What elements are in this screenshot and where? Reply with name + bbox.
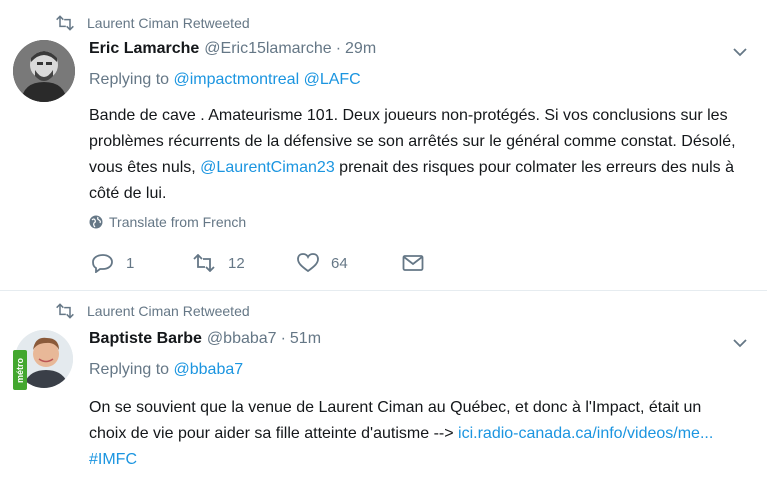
replying-to: Replying to @bbaba7 — [89, 361, 243, 379]
timestamp[interactable]: 29m — [345, 40, 376, 58]
chevron-down-icon[interactable] — [732, 46, 748, 58]
hashtag-link[interactable]: #IMFC — [89, 451, 137, 468]
globe-icon — [89, 215, 103, 229]
direct-message-button[interactable] — [402, 254, 442, 272]
heart-icon — [297, 253, 319, 273]
reply-mention-link[interactable]: @LAFC — [304, 71, 361, 88]
translate-label: Translate from French — [109, 214, 247, 230]
user-handle[interactable]: @Eric15lamarche — [204, 40, 331, 58]
separator: · — [335, 40, 342, 57]
tweet-text: Bande de cave . Amateurisme 101. Deux jo… — [89, 103, 739, 207]
retweet-button[interactable]: 12 — [192, 254, 297, 272]
replying-to: Replying to @impactmontreal @LAFC — [89, 71, 361, 89]
retweet-context: Laurent Ciman Retweeted — [55, 14, 250, 32]
user-handle[interactable]: @bbaba7 — [207, 330, 277, 348]
retweet-context-label: Laurent Ciman Retweeted — [87, 303, 250, 319]
avatar-badge: métro — [13, 350, 27, 390]
tweet[interactable]: Laurent Ciman Retweeted Eric Lamarche @E… — [0, 0, 767, 291]
reply-mention-link[interactable]: @impactmontreal — [174, 71, 300, 88]
chevron-down-icon[interactable] — [732, 337, 748, 349]
tweet-header: Baptiste Barbe @bbaba7 · 51m — [89, 330, 321, 348]
avatar-image — [13, 40, 75, 102]
display-name[interactable]: Baptiste Barbe — [89, 330, 202, 348]
separator: · — [280, 330, 286, 347]
retweet-context-label: Laurent Ciman Retweeted — [87, 15, 250, 31]
reply-count: 1 — [126, 254, 135, 272]
mention-link[interactable]: @LaurentCiman23 — [200, 159, 335, 176]
tweet[interactable]: Laurent Ciman Retweeted métro Baptiste B… — [0, 291, 767, 480]
replying-prefix: Replying to — [89, 361, 170, 378]
retweet-count: 12 — [228, 254, 245, 272]
reply-mention-link[interactable]: @bbaba7 — [174, 361, 244, 378]
tweet-text: On se souvient que la venue de Laurent C… — [89, 395, 739, 473]
reply-icon — [92, 254, 113, 273]
timestamp[interactable]: 51m — [290, 330, 321, 348]
translate-link[interactable]: Translate from French — [89, 214, 246, 230]
tweet-header: Eric Lamarche @Eric15lamarche · 29m — [89, 40, 376, 58]
retweet-icon — [193, 254, 215, 272]
tweet-actions: 1 12 64 — [92, 253, 442, 273]
reply-button[interactable]: 1 — [92, 253, 192, 273]
retweet-icon — [56, 303, 74, 319]
url-link[interactable]: ici.radio-canada.ca/info/videos/me... — [458, 425, 713, 442]
retweet-context: Laurent Ciman Retweeted — [55, 302, 250, 320]
like-button[interactable]: 64 — [297, 253, 402, 273]
avatar[interactable] — [13, 40, 75, 102]
replying-prefix: Replying to — [89, 71, 170, 88]
envelope-icon — [402, 255, 424, 271]
display-name[interactable]: Eric Lamarche — [89, 40, 199, 58]
retweet-icon — [56, 15, 74, 31]
like-count: 64 — [331, 254, 348, 272]
